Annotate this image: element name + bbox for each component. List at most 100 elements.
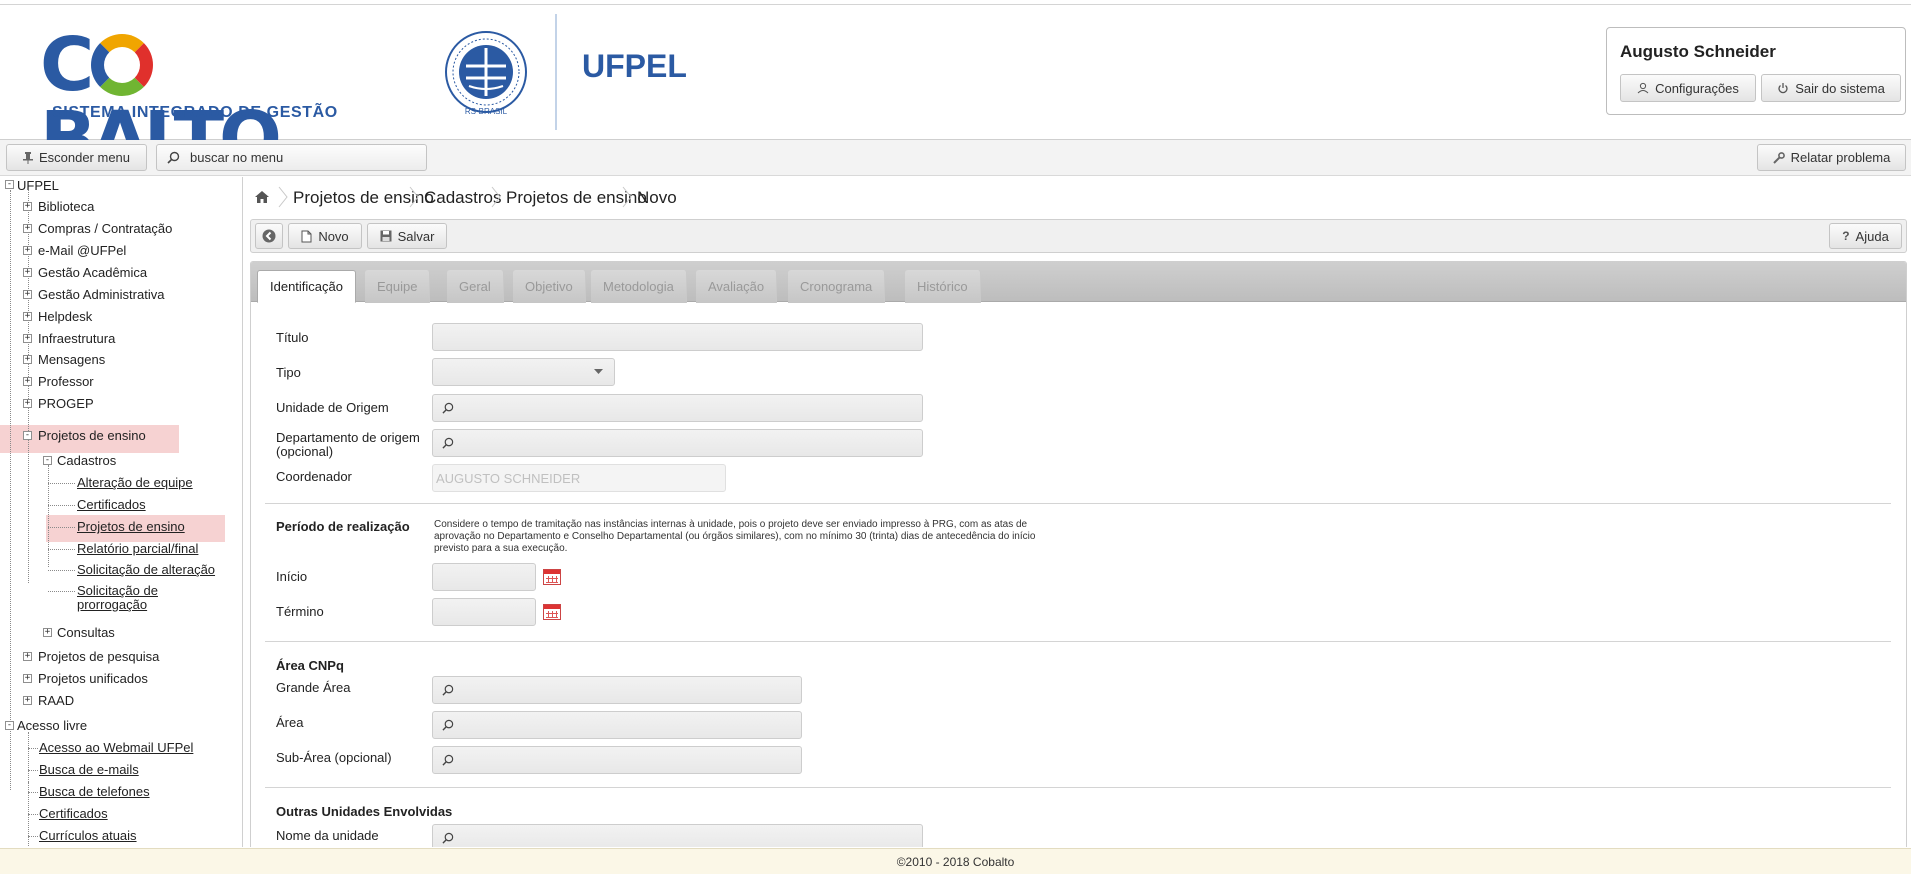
tree-item-projetos-ensino[interactable]: Projetos de ensino — [38, 428, 146, 444]
departamento-input[interactable] — [432, 429, 923, 457]
tab-cronograma[interactable]: Cronograma — [788, 270, 886, 303]
expand-icon[interactable]: + — [23, 334, 32, 343]
search-icon — [442, 719, 454, 731]
new-button[interactable]: Novo — [288, 223, 362, 249]
footer-copyright: ©2010 - 2018 Cobalto — [896, 854, 1015, 869]
report-problem-button[interactable]: Relatar problema — [1757, 144, 1906, 171]
expand-icon[interactable]: + — [23, 652, 32, 661]
expand-icon[interactable]: + — [23, 202, 32, 211]
tree-item-progep[interactable]: PROGEP — [38, 396, 94, 412]
tab-objetivo[interactable]: Objetivo — [513, 270, 586, 303]
user-name: Augusto Schneider — [1620, 42, 1776, 61]
tree-item-raad[interactable]: RAAD — [38, 693, 74, 709]
breadcrumb-separator-icon — [409, 186, 419, 208]
grande-area-input[interactable] — [432, 676, 802, 704]
user-box: Augusto Schneider Configurações Sair do … — [1606, 27, 1906, 115]
collapse-icon[interactable]: - — [43, 456, 52, 465]
calendar-icon[interactable] — [543, 569, 561, 585]
breadcrumb-separator-icon — [491, 186, 501, 208]
main-content: Projetos de ensino Cadastros Projetos de… — [244, 177, 1911, 847]
form-panel: Identificação Equipe Geral Objetivo Meto… — [250, 261, 1907, 847]
expand-icon[interactable]: + — [23, 224, 32, 233]
expand-icon[interactable]: + — [23, 312, 32, 321]
header-divider — [555, 14, 557, 130]
tree-item-compras[interactable]: Compras / Contratação — [38, 221, 172, 237]
question-icon: ? — [1842, 229, 1850, 243]
expand-icon[interactable]: + — [23, 355, 32, 364]
help-button[interactable]: ? Ajuda — [1829, 223, 1902, 249]
outras-unidades-title: Outras Unidades Envolvidas — [276, 804, 453, 819]
logout-button[interactable]: Sair do sistema — [1761, 74, 1901, 102]
expand-icon[interactable]: + — [23, 399, 32, 408]
tab-avaliacao[interactable]: Avaliação — [696, 270, 778, 303]
termino-label: Término — [276, 604, 324, 619]
search-icon — [442, 684, 454, 696]
tab-identificacao[interactable]: Identificação — [257, 270, 356, 303]
tab-geral[interactable]: Geral — [447, 270, 504, 303]
tree-item-email[interactable]: e-Mail @UFPel — [38, 243, 126, 259]
tree-link-certificados[interactable]: Certificados — [77, 497, 146, 513]
tree-link-certificados-livre[interactable]: Certificados — [39, 806, 108, 822]
periodo-note: Considere o tempo de tramitação nas inst… — [434, 519, 1164, 555]
inicio-date-input[interactable] — [432, 563, 536, 591]
pin-icon — [22, 151, 33, 164]
search-icon — [442, 832, 454, 844]
menu-search-input[interactable] — [188, 149, 408, 166]
tab-equipe[interactable]: Equipe — [365, 270, 431, 303]
tree-link-busca-emails[interactable]: Busca de e-mails — [39, 762, 139, 778]
titulo-input[interactable] — [432, 323, 923, 351]
expand-icon[interactable]: + — [43, 628, 52, 637]
collapse-icon[interactable]: - — [23, 431, 32, 440]
menu-toolbar: Esconder menu Relatar problema — [0, 140, 1911, 176]
tree-item-gestao-academica[interactable]: Gestão Acadêmica — [38, 265, 147, 281]
tree-item-professor[interactable]: Professor — [38, 374, 94, 390]
tree-link-solicitacao-alteracao[interactable]: Solicitação de alteração — [77, 562, 215, 578]
hide-menu-button[interactable]: Esconder menu — [6, 144, 147, 171]
termino-date-input[interactable] — [432, 598, 536, 626]
tab-historico[interactable]: Histórico — [905, 270, 981, 303]
expand-icon[interactable]: + — [23, 696, 32, 705]
unidade-input[interactable] — [432, 394, 923, 422]
expand-icon[interactable]: + — [23, 377, 32, 386]
back-button[interactable] — [255, 223, 283, 249]
save-button[interactable]: Salvar — [367, 223, 447, 249]
tree-item-mensagens[interactable]: Mensagens — [38, 352, 105, 368]
collapse-icon[interactable]: - — [5, 721, 14, 730]
tipo-select[interactable] — [432, 358, 615, 386]
tree-item-biblioteca[interactable]: Biblioteca — [38, 199, 94, 215]
search-icon — [442, 437, 454, 449]
tree-link-alteracao-equipe[interactable]: Alteração de equipe — [77, 475, 193, 491]
dropdown-arrow-icon — [594, 369, 603, 375]
expand-icon[interactable]: + — [23, 246, 32, 255]
tree-item-infraestrutura[interactable]: Infraestrutura — [38, 331, 115, 347]
expand-icon[interactable]: + — [23, 268, 32, 277]
tree-item-projetos-pesquisa[interactable]: Projetos de pesquisa — [38, 649, 159, 665]
calendar-icon[interactable] — [543, 604, 561, 620]
breadcrumb-current: Novo — [637, 188, 677, 207]
tree-link-solicitacao-prorrogacao-2[interactable]: prorrogação — [77, 597, 147, 613]
home-icon[interactable] — [254, 190, 270, 204]
tree-link-busca-telefones[interactable]: Busca de telefones — [39, 784, 150, 800]
tree-item-gestao-administrativa[interactable]: Gestão Administrativa — [38, 287, 164, 303]
tree-link-webmail[interactable]: Acesso ao Webmail UFPel — [39, 740, 193, 756]
expand-icon[interactable]: + — [23, 290, 32, 299]
tree-item-consultas[interactable]: Consultas — [57, 625, 115, 641]
area-input[interactable] — [432, 711, 802, 739]
collapse-icon[interactable]: - — [5, 180, 14, 189]
tree-link-projetos-ensino[interactable]: Projetos de ensino — [77, 519, 185, 535]
menu-search[interactable] — [156, 144, 427, 171]
tree-root-ufpel[interactable]: UFPEL — [17, 178, 59, 194]
sub-area-input[interactable] — [432, 746, 802, 774]
periodo-note-line: Considere o tempo de tramitação nas inst… — [434, 519, 1028, 530]
tab-metodologia[interactable]: Metodologia — [591, 270, 687, 303]
settings-button[interactable]: Configurações — [1620, 74, 1756, 102]
tree-item-cadastros[interactable]: Cadastros — [57, 453, 116, 469]
tree-item-helpdesk[interactable]: Helpdesk — [38, 309, 92, 325]
nome-unidade-label: Nome da unidade — [276, 828, 379, 843]
expand-icon[interactable]: + — [23, 674, 32, 683]
tree-item-projetos-unificados[interactable]: Projetos unificados — [38, 671, 148, 687]
logo-subtitle: SISTEMA INTEGRADO DE GESTÃO — [52, 104, 338, 121]
tree-link-relatorio[interactable]: Relatório parcial/final — [77, 541, 198, 557]
tree-link-curriculos[interactable]: Currículos atuais — [39, 828, 137, 844]
nome-unidade-input[interactable] — [432, 824, 923, 847]
